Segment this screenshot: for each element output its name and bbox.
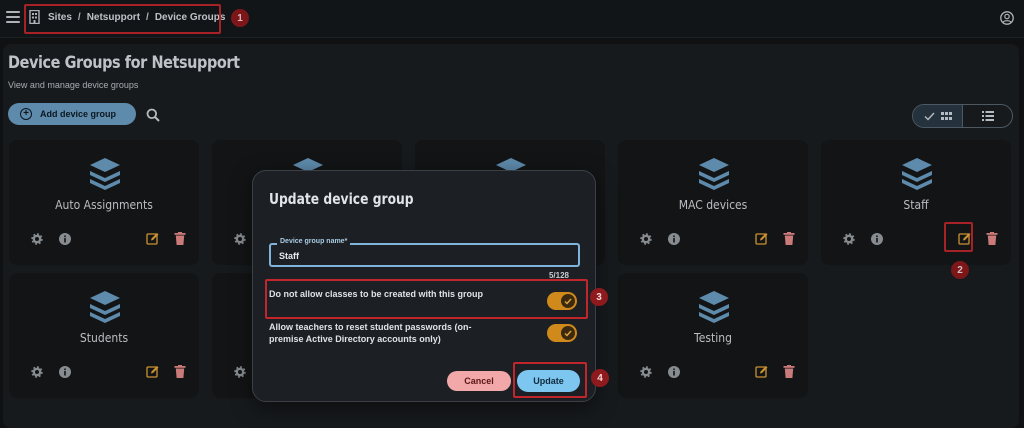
annotation-badge-3: 3 <box>590 288 608 306</box>
option-reset-passwords-label: Allow teachers to reset student password… <box>269 322 472 344</box>
cancel-button[interactable]: Cancel <box>447 371 511 391</box>
dialog-title: Update device group <box>269 190 414 208</box>
device-group-name-label: Device group name* <box>277 238 351 245</box>
device-group-name-field: Device group name* <box>269 238 580 267</box>
option-reset-passwords-toggle[interactable] <box>547 324 577 342</box>
option-highlight <box>265 279 588 319</box>
check-icon <box>561 326 575 340</box>
update-highlight <box>513 362 587 398</box>
annotation-badge-4: 4 <box>591 369 609 387</box>
device-group-name-input[interactable] <box>279 249 569 263</box>
